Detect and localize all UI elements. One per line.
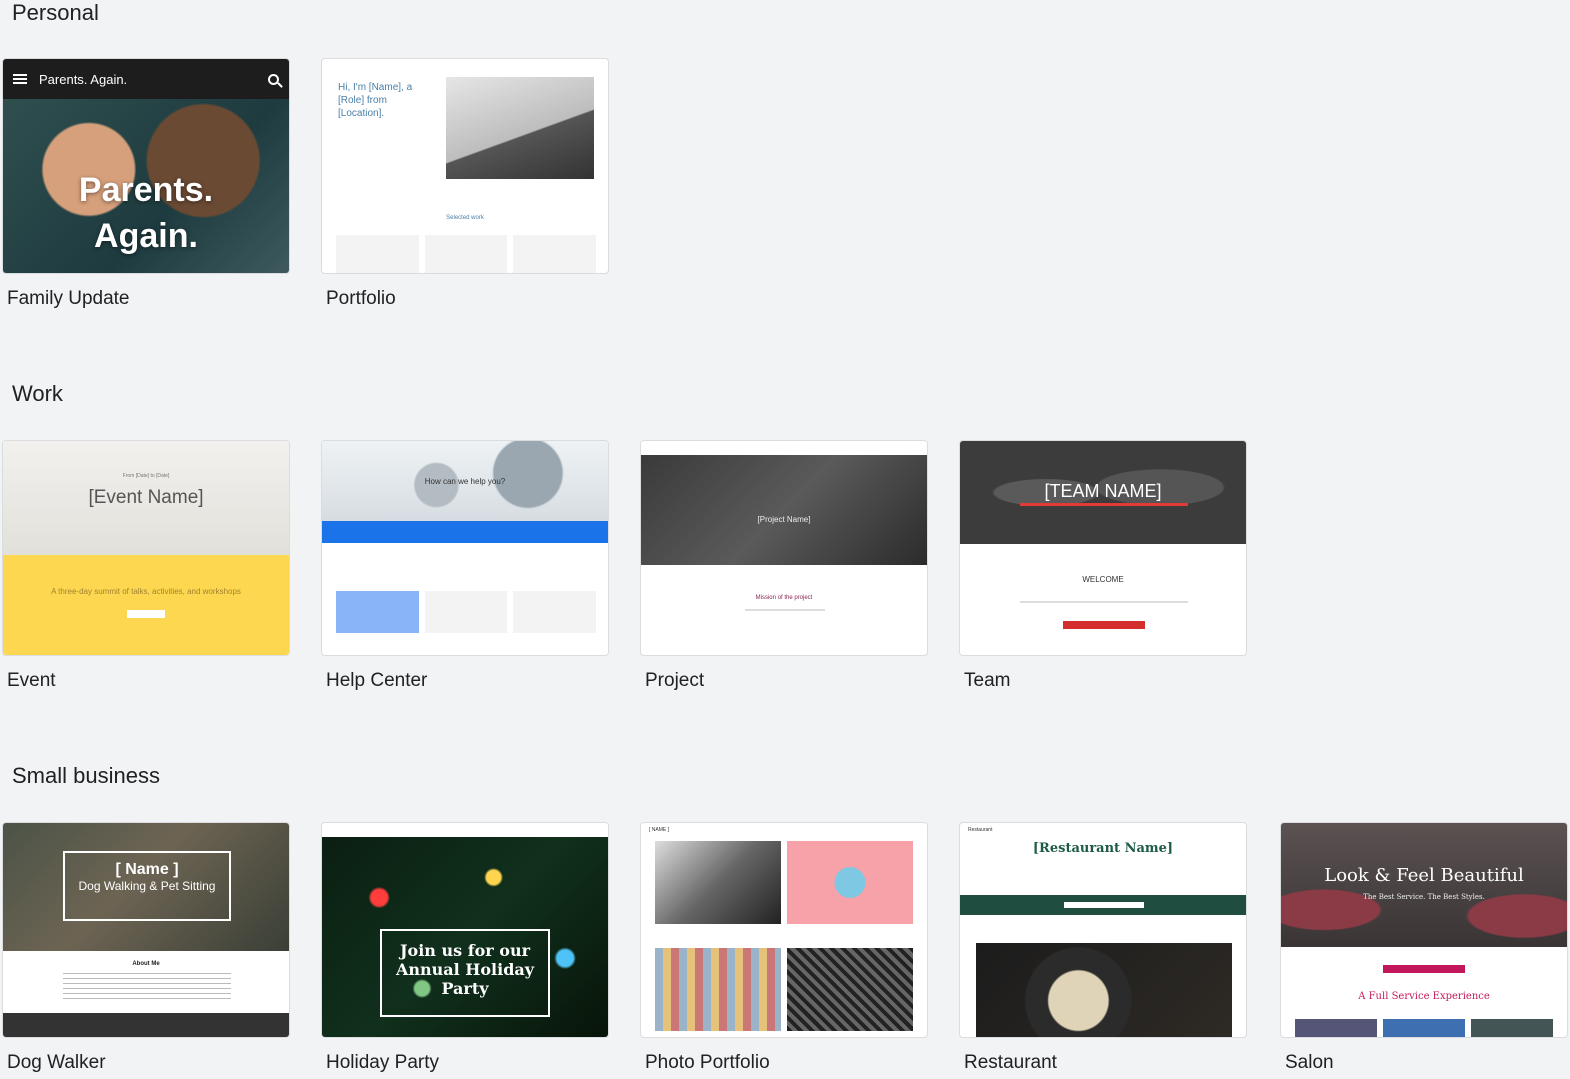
project-photo: [Project Name] — [641, 455, 927, 565]
template-thumbnail[interactable]: [ Name ] Dog Walking & Pet Sitting About… — [2, 822, 290, 1038]
preview-text-line — [1020, 601, 1188, 603]
template-card-dog-walker[interactable]: [ Name ] Dog Walking & Pet Sitting About… — [2, 822, 290, 1073]
preview-project-name: [Project Name] — [757, 515, 811, 524]
template-label: Team — [964, 670, 1011, 691]
preview-welcome: WELCOME — [1082, 575, 1124, 584]
template-thumbnail[interactable]: Hi, I'm [Name], a [Role] from [Location]… — [321, 58, 609, 274]
preview-underline — [1020, 503, 1188, 506]
preview-tagline: A three-day summit of talks, activities,… — [51, 587, 241, 596]
template-label: Portfolio — [326, 288, 396, 309]
salon-photo: Look & Feel Beautiful The Best Service. … — [1281, 823, 1567, 947]
help-blue-band — [322, 521, 608, 543]
template-thumbnail[interactable]: Parents. Again. Parents. Again. — [2, 58, 290, 274]
template-label: Family Update — [7, 288, 130, 309]
template-card-holiday-party[interactable]: Join us for our Annual Holiday Party Hol… — [321, 822, 609, 1073]
food-photo — [976, 943, 1232, 1037]
preview-image-strip — [1295, 1019, 1553, 1037]
template-card-event[interactable]: From [Date] to [Date] [Event Name] A thr… — [2, 440, 290, 691]
template-thumbnail[interactable]: [TEAM NAME] WELCOME — [959, 440, 1247, 656]
preview-subtitle: The Best Service. The Best Styles. — [1363, 893, 1485, 901]
template-card-family-update[interactable]: Parents. Again. Parents. Again. Family U… — [2, 58, 290, 309]
template-thumbnail[interactable]: Join us for our Annual Holiday Party — [321, 822, 609, 1038]
template-thumbnail[interactable]: How can we help you? — [321, 440, 609, 656]
event-yellow-band: A three-day summit of talks, activities,… — [3, 555, 289, 655]
template-card-portfolio[interactable]: Hi, I'm [Name], a [Role] from [Location]… — [321, 58, 609, 309]
template-thumbnail[interactable]: Restaurant [Restaurant Name] — [959, 822, 1247, 1038]
help-hero: How can we help you? — [322, 441, 608, 521]
preview-headline: Join us for our Annual Holiday Party — [380, 929, 550, 1017]
template-card-salon[interactable]: Look & Feel Beautiful The Best Service. … — [1280, 822, 1568, 1073]
preview-button — [1063, 621, 1145, 629]
template-thumbnail[interactable]: From [Date] to [Date] [Event Name] A thr… — [2, 440, 290, 656]
preview-green-band — [960, 895, 1246, 915]
preview-about: About Me — [132, 961, 160, 967]
preview-hero-text: Parents. Again. — [78, 171, 214, 255]
section-title-personal: Personal — [12, 0, 99, 25]
preview-selected-work: Selected work — [446, 215, 484, 221]
preview-text-line — [745, 609, 825, 611]
preview-nav: [ NAME ] — [649, 827, 670, 833]
preview-name-box: [ Name ] Dog Walking & Pet Sitting — [63, 851, 231, 921]
template-thumbnail[interactable]: [ NAME ] — [640, 822, 928, 1038]
template-label: Photo Portfolio — [645, 1052, 770, 1073]
template-card-help-center[interactable]: How can we help you? Help Center — [321, 440, 609, 691]
template-label: Event — [7, 670, 56, 691]
preview-nav — [641, 441, 927, 455]
preview-title: Look & Feel Beautiful — [1324, 865, 1524, 886]
preview-full-service: A Full Service Experience — [1358, 991, 1490, 1002]
dog-photo: [ Name ] Dog Walking & Pet Sitting — [3, 823, 289, 951]
template-label: Help Center — [326, 670, 428, 691]
template-label: Dog Walker — [7, 1052, 106, 1073]
preview-footer — [3, 1013, 289, 1037]
preview-nav — [322, 59, 608, 73]
section-title-small-business: Small business — [12, 763, 160, 788]
template-thumbnail[interactable]: Look & Feel Beautiful The Best Service. … — [1280, 822, 1568, 1038]
preview-button — [1383, 965, 1465, 973]
template-label: Holiday Party — [326, 1052, 439, 1073]
template-label: Project — [645, 670, 705, 691]
preview-nav — [322, 823, 608, 837]
preview-photo-grid — [655, 841, 913, 1031]
preview-intro: Hi, I'm [Name], a [Role] from [Location]… — [338, 82, 413, 119]
preview-question: How can we help you? — [424, 477, 506, 486]
preview-text-lines — [63, 973, 231, 999]
preview-rsvp-button — [127, 610, 165, 618]
preview-event-name: [Event Name] — [88, 487, 204, 508]
template-label: Salon — [1285, 1052, 1334, 1073]
preview-mission: Mission of the project — [755, 595, 813, 601]
portfolio-photo — [446, 77, 594, 179]
preview-nav: Restaurant — [968, 827, 993, 833]
preview-team-name: [TEAM NAME] — [1044, 481, 1162, 501]
preview-tiles — [336, 591, 597, 633]
preview-tiles — [336, 235, 597, 273]
menu-icon — [13, 74, 27, 84]
preview-restaurant-name: [Restaurant Name] — [1032, 841, 1174, 856]
search-icon — [268, 73, 279, 85]
template-thumbnail[interactable]: [Project Name] Mission of the project — [640, 440, 928, 656]
template-card-team[interactable]: [TEAM NAME] WELCOME Team — [959, 440, 1247, 691]
preview-site-title: Parents. Again. — [39, 71, 128, 87]
template-card-project[interactable]: [Project Name] Mission of the project Pr… — [640, 440, 928, 691]
preview-header: Parents. Again. — [3, 59, 289, 99]
team-map-hero: [TEAM NAME] — [960, 441, 1246, 544]
section-title-work: Work — [12, 381, 63, 406]
template-card-photo-portfolio[interactable]: [ NAME ] Photo Portfolio — [640, 822, 928, 1073]
event-hero: From [Date] to [Date] [Event Name] — [3, 441, 289, 555]
template-card-restaurant[interactable]: Restaurant [Restaurant Name] Restaurant — [959, 822, 1247, 1073]
preview-date-line: From [Date] to [Date] — [122, 473, 170, 479]
template-label: Restaurant — [964, 1052, 1057, 1073]
